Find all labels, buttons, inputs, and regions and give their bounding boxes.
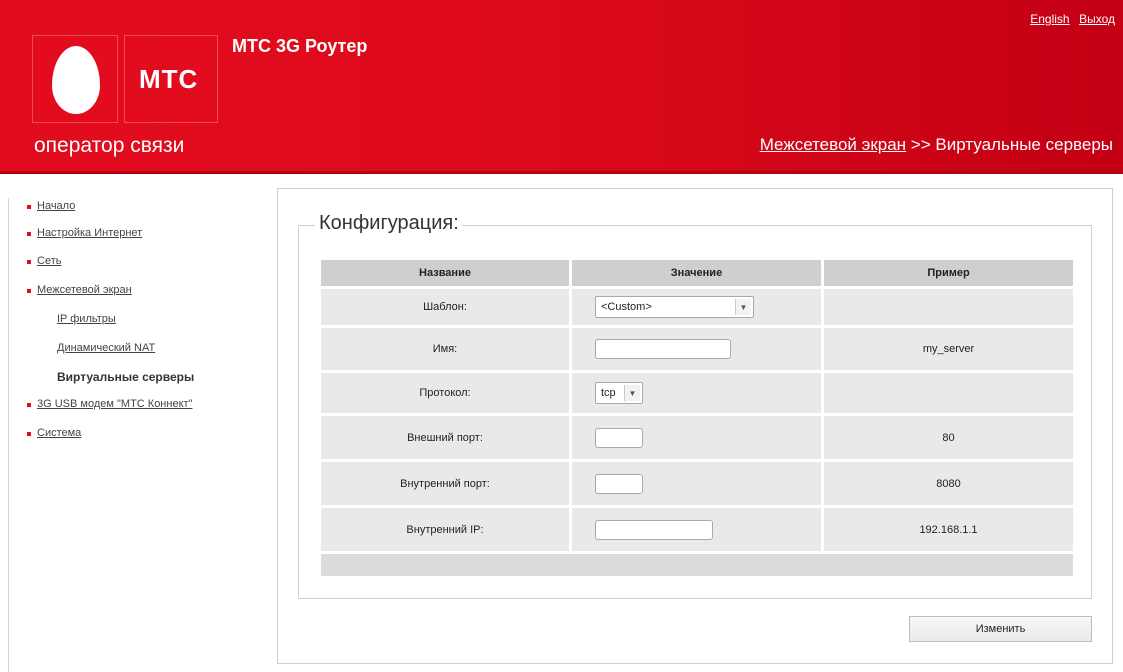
row-label: Внутренний IP: (321, 508, 569, 551)
row-label: Протокол: (321, 373, 569, 413)
bullet-icon (27, 260, 31, 264)
egg-logo-icon (52, 46, 100, 114)
sidebar-item-network[interactable]: Сеть (27, 255, 61, 267)
row-example: 8080 (824, 462, 1073, 505)
bullet-icon (27, 289, 31, 293)
table-row-protocol: Протокол: tcp ▼ (321, 373, 1073, 413)
chevron-down-icon: ▼ (624, 385, 640, 401)
config-fieldset: Конфигурация: Название Значение Пример Ш… (298, 212, 1092, 599)
external-port-input[interactable] (595, 427, 643, 448)
row-label: Шаблон: (321, 289, 569, 325)
header: МТС оператор связи МТС 3G Роутер English… (0, 0, 1123, 174)
breadcrumb-parent-link[interactable]: Межсетевой экран (760, 135, 906, 154)
row-example (824, 373, 1073, 413)
row-label: Внешний порт: (321, 416, 569, 459)
bullet-icon (27, 232, 31, 236)
template-select[interactable]: <Custom> ▼ (595, 296, 754, 318)
table-row-internal-ip: Внутренний IP: 192.168.1.1 (321, 508, 1073, 551)
row-example: 192.168.1.1 (824, 508, 1073, 551)
logout-link[interactable]: Выход (1079, 12, 1115, 26)
row-label: Имя: (321, 328, 569, 370)
change-button[interactable]: Изменить (909, 616, 1092, 642)
logo-text: МТС (139, 64, 199, 94)
main-panel: Конфигурация: Название Значение Пример Ш… (277, 188, 1113, 664)
bullet-icon (27, 432, 31, 436)
row-label: Внутренний порт: (321, 462, 569, 505)
column-header-name: Название (321, 260, 569, 286)
app-title: МТС 3G Роутер (232, 36, 368, 56)
bullet-icon (27, 205, 31, 209)
protocol-select-value: tcp (601, 387, 616, 399)
internal-ip-input[interactable] (595, 519, 713, 540)
sidebar-item-home[interactable]: Начало (27, 200, 75, 212)
sidebar-item-system[interactable]: Система (27, 427, 81, 439)
row-example: 80 (824, 416, 1073, 459)
table-row-name: Имя: my_server (321, 328, 1073, 370)
chevron-down-icon: ▼ (735, 299, 751, 315)
config-legend: Конфигурация: (315, 212, 463, 235)
sidebar-subitem-virtual-servers[interactable]: Виртуальные серверы (57, 370, 194, 384)
mts-logo: МТС (32, 35, 218, 123)
name-input[interactable] (595, 339, 731, 359)
table-footer-bar (321, 554, 1073, 576)
protocol-select[interactable]: tcp ▼ (595, 382, 643, 404)
column-header-example: Пример (824, 260, 1073, 286)
row-example (824, 289, 1073, 325)
sidebar-item-internet[interactable]: Настройка Интернет (27, 227, 142, 239)
top-links: English Выход (1024, 12, 1115, 26)
sidebar-subitem-ip-filters[interactable]: IP фильтры (57, 313, 116, 325)
sidebar-subitem-dynamic-nat[interactable]: Динамический NAT (57, 342, 155, 354)
english-link[interactable]: English (1030, 12, 1069, 26)
breadcrumb: Межсетевой экран >> Виртуальные серверы (760, 135, 1113, 155)
operator-tagline: оператор связи (34, 134, 185, 157)
sidebar-item-firewall[interactable]: Межсетевой экран (27, 284, 132, 296)
table-row-external-port: Внешний порт: 80 (321, 416, 1073, 459)
sidebar: Начало Настройка Интернет Сеть Межсетево… (8, 198, 248, 672)
sidebar-item-3g-modem[interactable]: 3G USB модем "МТС Коннект" (27, 398, 192, 410)
breadcrumb-separator: >> (910, 135, 931, 154)
breadcrumb-current: Виртуальные серверы (935, 135, 1113, 154)
table-row-template: Шаблон: <Custom> ▼ (321, 289, 1073, 325)
table-header-row: Название Значение Пример (321, 260, 1073, 286)
template-select-value: <Custom> (601, 301, 652, 313)
internal-port-input[interactable] (595, 473, 643, 494)
column-header-value: Значение (572, 260, 821, 286)
row-example: my_server (824, 328, 1073, 370)
bullet-icon (27, 403, 31, 407)
table-row-internal-port: Внутренний порт: 8080 (321, 462, 1073, 505)
